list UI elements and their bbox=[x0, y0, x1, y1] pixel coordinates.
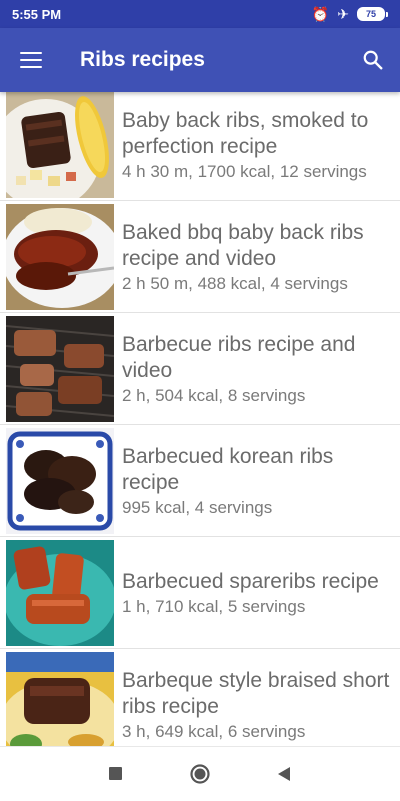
status-time: 5:55 PM bbox=[12, 6, 62, 22]
recipe-item-smoked-baby-back[interactable]: Baby back ribs, smoked to perfection rec… bbox=[0, 92, 400, 201]
airplane-icon: ✈ bbox=[337, 6, 349, 22]
home-circle-icon bbox=[190, 764, 210, 784]
recipe-thumbnail bbox=[6, 204, 114, 310]
home-button[interactable] bbox=[158, 747, 242, 801]
system-nav-bar bbox=[0, 746, 400, 801]
status-bar: 5:55 PM ⏰ ✈ 75 bbox=[0, 0, 400, 28]
search-icon bbox=[363, 50, 383, 70]
recipe-title: Baby back ribs, smoked to perfection rec… bbox=[122, 108, 369, 158]
recipe-meta: 3 h, 649 kcal, 6 servings bbox=[122, 721, 306, 741]
recipe-title: Barbecued korean ribs recipe bbox=[122, 444, 334, 494]
alarm-icon: ⏰ bbox=[311, 6, 330, 22]
recipe-item-braised-short-ribs[interactable]: Barbeque style braised short ribs recipe… bbox=[0, 649, 400, 746]
menu-icon bbox=[20, 52, 42, 69]
battery-icon: 75 bbox=[357, 7, 388, 21]
recipe-item-spareribs[interactable]: Barbecued spareribs recipe 1 h, 710 kcal… bbox=[0, 537, 400, 649]
recipe-thumbnail bbox=[6, 428, 114, 534]
back-triangle-icon bbox=[278, 767, 290, 781]
recipe-meta: 1 h, 710 kcal, 5 servings bbox=[122, 596, 306, 616]
recipe-title: Barbecue ribs recipe and video bbox=[122, 332, 356, 382]
back-button[interactable] bbox=[242, 747, 326, 801]
search-button[interactable] bbox=[346, 28, 400, 92]
recipe-title: Barbeque style braised short ribs recipe bbox=[122, 668, 390, 718]
app-bar: Ribs recipes bbox=[0, 28, 400, 92]
battery-level: 75 bbox=[357, 7, 385, 21]
recipe-thumbnail bbox=[6, 92, 114, 198]
menu-button[interactable] bbox=[0, 28, 62, 92]
recipe-title: Baked bbq baby back ribs recipe and vide… bbox=[122, 220, 364, 270]
recipe-item-korean-ribs[interactable]: Barbecued korean ribs recipe 995 kcal, 4… bbox=[0, 425, 400, 537]
status-icons: ⏰ ✈ 75 bbox=[312, 7, 388, 21]
recipe-thumbnail bbox=[6, 652, 114, 746]
recipe-item-baked-bbq[interactable]: Baked bbq baby back ribs recipe and vide… bbox=[0, 201, 400, 313]
recents-square-icon bbox=[109, 767, 122, 780]
recipe-meta: 2 h 50 m, 488 kcal, 4 servings bbox=[122, 273, 348, 293]
page-title: Ribs recipes bbox=[80, 48, 205, 71]
recipe-meta: 2 h, 504 kcal, 8 servings bbox=[122, 385, 306, 405]
recipe-title: Barbecued spareribs recipe bbox=[122, 569, 379, 593]
recipe-thumbnail bbox=[6, 540, 114, 646]
recipe-list[interactable]: Baby back ribs, smoked to perfection rec… bbox=[0, 92, 400, 746]
recipe-meta: 995 kcal, 4 servings bbox=[122, 497, 273, 517]
recipe-meta: 4 h 30 m, 1700 kcal, 12 servings bbox=[122, 161, 367, 181]
recipe-item-barbecue-ribs[interactable]: Barbecue ribs recipe and video 2 h, 504 … bbox=[0, 313, 400, 425]
recipe-thumbnail bbox=[6, 316, 114, 422]
recents-button[interactable] bbox=[74, 747, 158, 801]
